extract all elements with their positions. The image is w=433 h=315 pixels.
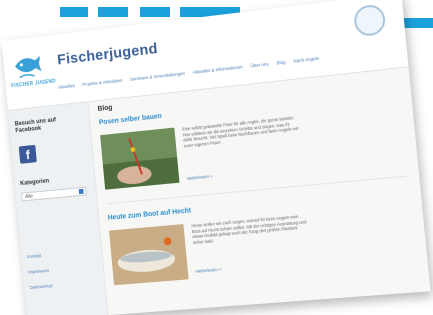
sidebar-link-impressum[interactable]: Impressum bbox=[28, 268, 49, 275]
decorative-stripe bbox=[98, 7, 128, 17]
float-hand-photo bbox=[100, 127, 180, 190]
categories-heading: Kategorien bbox=[20, 178, 50, 188]
nav-item-seminare[interactable]: Seminare & Veranstaltungen bbox=[130, 71, 185, 82]
sidebar-link-kontakt[interactable]: Kontakt bbox=[27, 253, 41, 259]
screenshot-stage: FISCHER JUGEND Fischerjugend Aktuelles P… bbox=[0, 0, 433, 315]
post-excerpt: Heute wollen wir euch zeigen, worauf ihr… bbox=[191, 213, 307, 245]
webpage-card: FISCHER JUGEND Fischerjugend Aktuelles P… bbox=[1, 0, 431, 315]
facebook-heading: Besuch uns auf Facebook bbox=[14, 117, 57, 135]
sidebar: Besuch uns auf Facebook f Kategorien All… bbox=[8, 102, 109, 315]
sidebar-link-datenschutz[interactable]: Datenschutz bbox=[30, 283, 54, 290]
fish-logo-icon[interactable] bbox=[12, 48, 44, 84]
decorative-stripe bbox=[60, 7, 88, 17]
nav-item-blog[interactable]: Blog bbox=[276, 60, 285, 66]
post-title[interactable]: Heute zum Boot auf Hecht bbox=[108, 207, 192, 221]
post-excerpt: Eine selbst gebastelte Pose für alle Ang… bbox=[182, 115, 299, 149]
category-select-value: Alle bbox=[24, 193, 34, 201]
read-more-link[interactable]: weiterlesen » bbox=[195, 267, 221, 274]
fish-photo bbox=[108, 224, 189, 286]
post-title[interactable]: Posen selber bauen bbox=[99, 113, 162, 126]
nav-item-aktuelles[interactable]: Aktuelles bbox=[58, 83, 75, 90]
read-more-link[interactable]: weiterlesen » bbox=[187, 174, 213, 181]
post-image[interactable] bbox=[100, 127, 180, 190]
blog-heading: Blog bbox=[97, 104, 113, 113]
nav-item-nach-angeln[interactable]: Nach Angeln bbox=[293, 56, 319, 64]
main-content: Blog Posen selber bauen Eine selbst geba… bbox=[97, 74, 418, 315]
site-title[interactable]: Fischerjugend bbox=[57, 40, 159, 68]
nav-item-projekte[interactable]: Projekte & Aktivitäten bbox=[82, 78, 122, 87]
nav-item-ueber-uns[interactable]: Über uns bbox=[250, 61, 269, 68]
nav-item-informationen[interactable]: Aktuelles & Informationen bbox=[192, 64, 243, 75]
decorative-stripe bbox=[140, 7, 170, 17]
chevron-down-icon bbox=[78, 188, 84, 195]
facebook-icon[interactable]: f bbox=[18, 144, 37, 164]
emblem-icon bbox=[352, 3, 387, 38]
category-select[interactable]: Alle bbox=[21, 186, 87, 202]
post-image[interactable] bbox=[108, 224, 189, 286]
